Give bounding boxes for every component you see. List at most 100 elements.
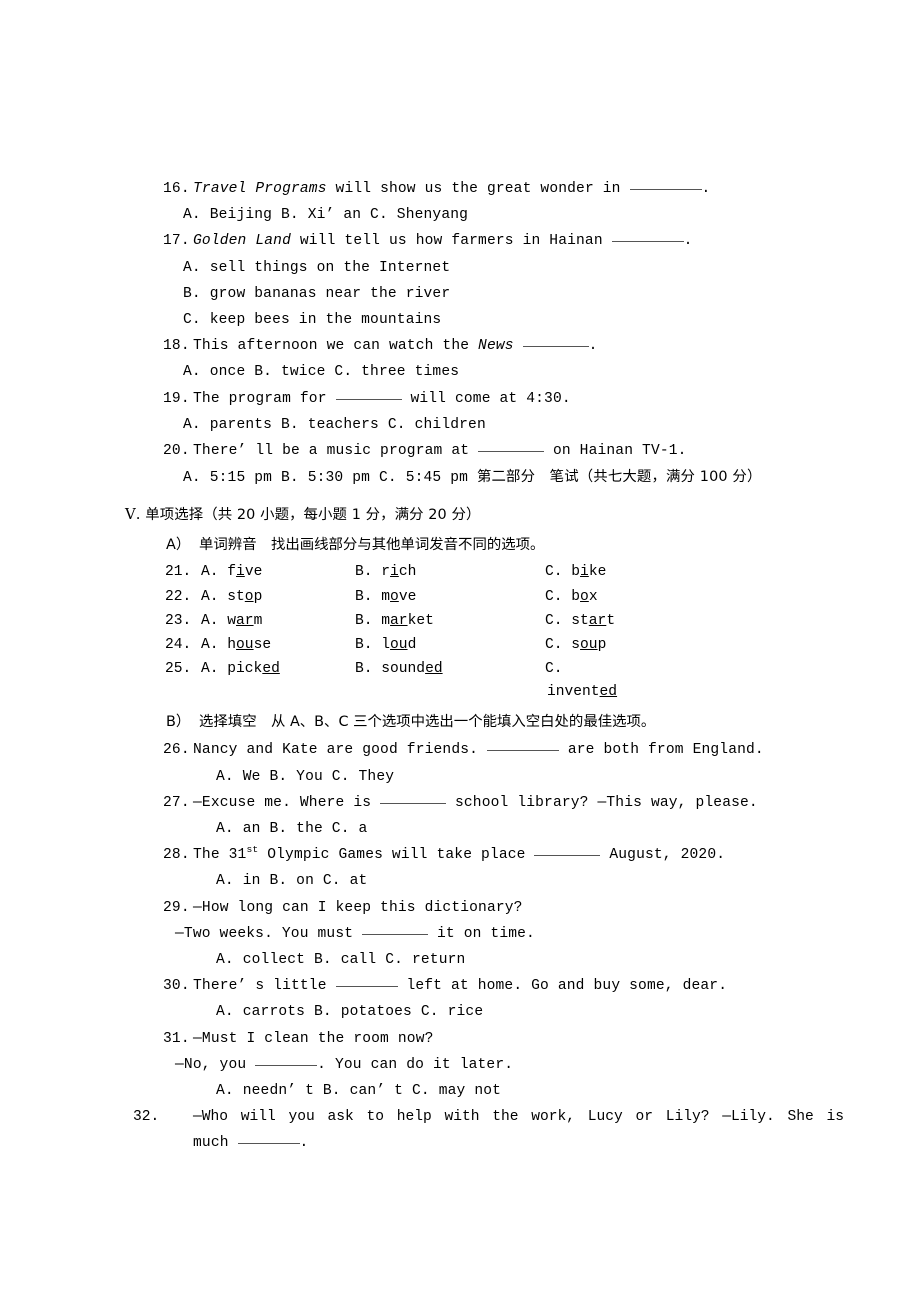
option-letter: C. — [545, 661, 563, 678]
stem-end: will come at 4:30. — [401, 390, 571, 407]
option-a[interactable]: A. picked — [201, 657, 280, 681]
question-number: 31. — [163, 1030, 190, 1047]
question-17-option-a[interactable]: A. sell things on the Internet — [163, 255, 818, 281]
option-letter: C. — [545, 564, 563, 581]
underlined-phoneme: ed — [425, 661, 443, 678]
question-19-options[interactable]: A. parents B. teachers C. children — [163, 412, 818, 438]
option-c-word[interactable]: invented — [547, 681, 617, 704]
question-stem: will show us the great wonder in — [326, 181, 630, 197]
underlined-phoneme: o — [390, 588, 399, 605]
question-stem: There’ s little — [193, 978, 336, 995]
question-30-options[interactable]: A. carrots B. potatoes C. rice — [163, 999, 818, 1025]
phonetic-row-22: 22. A. stop B. move C. box — [163, 585, 818, 609]
option-c[interactable]: C. bike — [545, 560, 606, 584]
option-a[interactable]: A. house — [201, 633, 271, 657]
answer-blank[interactable] — [478, 440, 545, 453]
answer-blank[interactable] — [362, 923, 429, 935]
option-b[interactable]: B. move — [355, 585, 416, 609]
question-19: 19. The program for will come at 4:30. — [163, 386, 818, 412]
answer-blank[interactable] — [255, 1054, 318, 1066]
question-31-line-2: —No, you . You can do it later. — [163, 1052, 818, 1078]
stem-end: August, 2020. — [600, 847, 726, 864]
phonetic-row-24: 24. A. house B. loud C. soup — [163, 633, 818, 657]
program-title-italic: Golden Land — [193, 233, 291, 250]
word-pre: pick — [227, 661, 263, 678]
answer-blank[interactable] — [486, 739, 559, 752]
question-18-options[interactable]: A. once B. twice C. three times — [163, 359, 818, 385]
option-a[interactable]: A. five — [201, 560, 262, 584]
word-pre: r — [381, 564, 391, 581]
word-post: ke — [588, 564, 607, 581]
word-post: se — [253, 637, 272, 653]
question-32: 32. —Who will you ask to help with the wo… — [133, 1104, 844, 1130]
stem-end: school library? —This way, please. — [446, 794, 758, 811]
answer-blank[interactable] — [380, 792, 447, 804]
question-stem: The 31 — [193, 847, 247, 864]
question-31-options[interactable]: A. needn’ t B. can’ t C. may not — [163, 1078, 818, 1104]
question-number: 25. — [165, 661, 192, 678]
answer-blank[interactable] — [335, 975, 398, 988]
word-post: x — [588, 588, 598, 605]
underlined-phoneme: ou — [390, 637, 408, 653]
underlined-phoneme: ar — [588, 612, 607, 629]
option-b[interactable]: B. sounded — [355, 657, 443, 681]
underlined-phoneme: ou — [580, 637, 598, 653]
question-18: 18. This afternoon we can watch the News … — [163, 333, 818, 359]
option-c[interactable]: C. — [545, 657, 563, 681]
reply-before: —No, you — [175, 1056, 256, 1073]
option-a[interactable]: A. warm — [201, 609, 262, 633]
part-a-title: 单词辨音 找出画线部分与其他单词发音不同的选项。 — [199, 537, 545, 554]
exam-content: 16. Travel Programs will show us the grea… — [125, 176, 844, 1157]
option-c[interactable]: C. start — [545, 609, 615, 633]
option-letter: B. — [355, 661, 373, 678]
option-a[interactable]: A. stop — [201, 585, 262, 609]
question-16-options[interactable]: A. Beijing B. Xi’ an C. Shenyang — [163, 202, 818, 228]
question-17-option-c[interactable]: C. keep bees in the mountains — [163, 307, 818, 333]
option-b[interactable]: B. rich — [355, 560, 416, 584]
word-post: ve — [398, 588, 417, 605]
option-letter: B. — [355, 564, 373, 581]
word-post: m — [253, 612, 263, 629]
question-31: 31. —Must I clean the room now? — [163, 1026, 818, 1052]
question-stem: —Excuse me. Where is — [193, 794, 381, 811]
option-letter: A. — [201, 588, 219, 605]
stem-end: are both from England. — [558, 742, 764, 759]
question-28: 28. The 31st Olympic Games will take plac… — [163, 842, 818, 868]
option-c[interactable]: C. soup — [545, 633, 606, 657]
question-28-options[interactable]: A. in B. on C. at — [163, 868, 818, 894]
word-post: d — [407, 637, 417, 653]
answer-blank[interactable] — [629, 178, 702, 190]
ordinal-suffix: st — [246, 844, 259, 856]
phonetic-row-23: 23. A. warm B. market C. start — [163, 609, 818, 633]
question-29: 29. —How long can I keep this dictionary? — [163, 895, 818, 921]
answer-blank[interactable] — [335, 388, 402, 400]
question-20-options[interactable]: A. 5:15 pm B. 5:30 pm C. 5:45 pm — [183, 470, 477, 486]
question-26: 26. Nancy and Kate are good friends. are … — [163, 737, 818, 763]
question-27-options[interactable]: A. an B. the C. a — [163, 816, 818, 842]
word-pre: invent — [547, 684, 600, 701]
question-number: 20. — [163, 443, 190, 460]
question-29-options[interactable]: A. collect B. call C. return — [163, 947, 818, 973]
word-pre: st — [571, 612, 589, 629]
question-number: 17. — [163, 233, 190, 250]
word-post: ket — [407, 612, 434, 629]
question-line-1: —Who will you ask to help with the work,… — [193, 1109, 844, 1126]
phonetic-row-25-c-wrapped: invented — [163, 681, 818, 704]
question-number: 24. — [165, 637, 192, 653]
question-20: 20. There’ ll be a music program at on Ha… — [163, 438, 818, 464]
exam-page: 16. Travel Programs will show us the grea… — [0, 0, 920, 1301]
underlined-phoneme: i — [580, 564, 589, 581]
question-17-option-b[interactable]: B. grow bananas near the river — [163, 281, 818, 307]
option-b[interactable]: B. market — [355, 609, 434, 633]
option-c[interactable]: C. box — [545, 585, 598, 609]
answer-blank[interactable] — [237, 1132, 300, 1145]
answer-blank[interactable] — [522, 335, 589, 348]
reply-after: . — [299, 1135, 309, 1152]
word-pre: h — [227, 637, 237, 653]
option-b[interactable]: B. loud — [355, 633, 416, 657]
answer-blank[interactable] — [611, 230, 684, 243]
part-b-heading: B） 选择填空 从 A、B、C 三个选项中选出一个能填入空白处的最佳选项。 — [163, 708, 818, 737]
question-26-options[interactable]: A. We B. You C. They — [163, 764, 818, 790]
answer-blank[interactable] — [534, 844, 601, 857]
word-post: t — [606, 612, 616, 629]
